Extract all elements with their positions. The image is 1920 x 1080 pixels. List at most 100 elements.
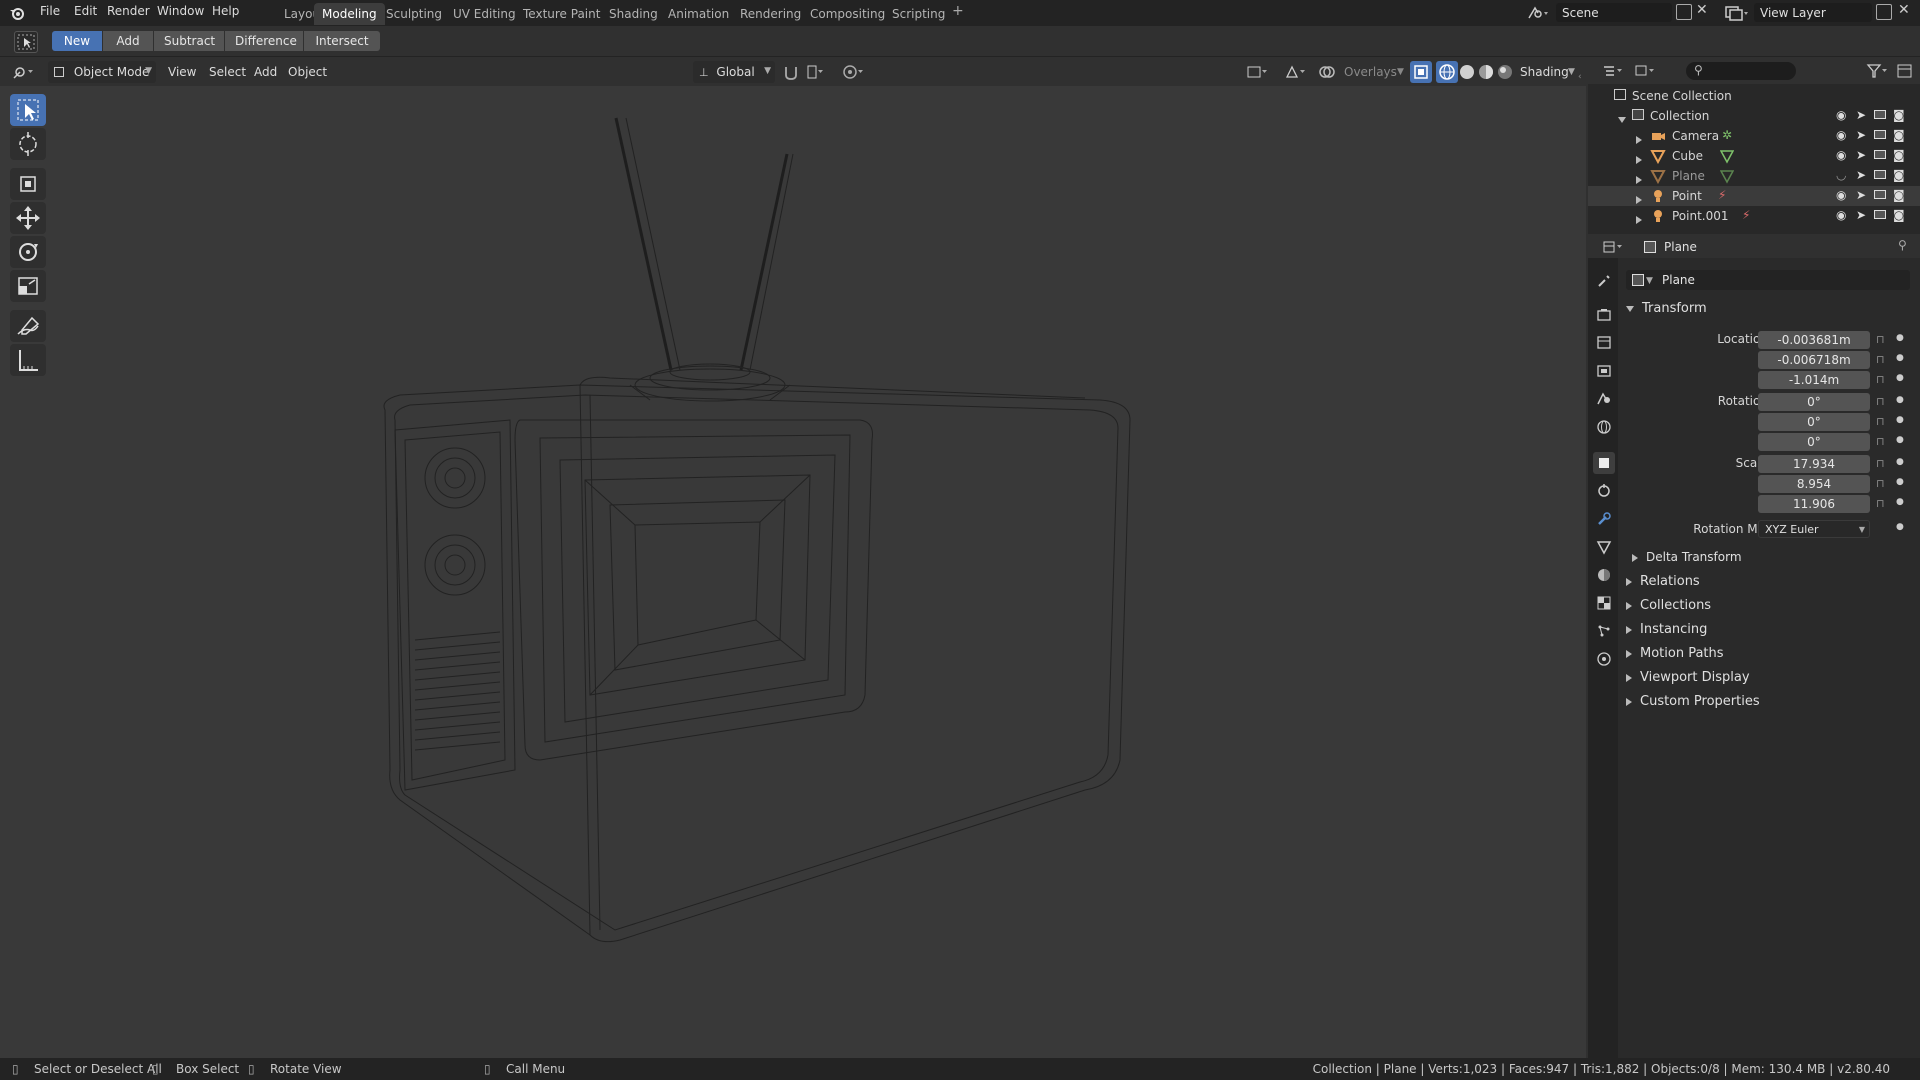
keyframe-dot-icon[interactable]: ● [1896, 395, 1904, 405]
active-tool-icon[interactable] [14, 31, 38, 53]
viewport-display-icon[interactable] [1874, 190, 1886, 199]
render-camera-icon[interactable]: ◙ [1893, 128, 1905, 142]
render-camera-icon[interactable]: ◙ [1893, 148, 1905, 162]
new-selection-button[interactable]: New [52, 31, 102, 51]
display-mode-icon[interactable] [1632, 60, 1654, 82]
keyframe-dot-icon[interactable]: ● [1896, 415, 1904, 425]
subtract-selection-button[interactable]: Subtract [154, 31, 224, 51]
scale-x-field[interactable]: 17.934 [1758, 455, 1870, 473]
tab-rendering[interactable]: Rendering [732, 3, 809, 25]
difference-selection-button[interactable]: Difference [225, 31, 303, 51]
object-name-field[interactable]: ▼ Plane [1626, 270, 1910, 290]
lock-icon[interactable]: ⊓ [1876, 497, 1885, 510]
selectable-arrow-icon[interactable]: ➤ [1856, 128, 1866, 142]
xray-toggle-icon[interactable] [1410, 61, 1432, 83]
outliner-item-point-001[interactable]: Point.001 ⚡ ◉ ➤ ◙ [1588, 206, 1920, 226]
object-tab-icon[interactable] [1593, 452, 1615, 474]
tool-tab-icon[interactable] [1593, 270, 1615, 292]
proportional-editing-icon[interactable] [840, 61, 863, 83]
rendered-shading-icon[interactable] [1494, 61, 1516, 83]
render-camera-icon[interactable]: ◙ [1893, 168, 1905, 182]
move-icon[interactable] [10, 202, 46, 234]
rotation-z-field[interactable]: 0° [1758, 433, 1870, 451]
outliner-item-point[interactable]: Point ⚡ ◉ ➤ ◙ [1588, 186, 1920, 206]
menu-window[interactable]: Window [157, 4, 204, 18]
delete-scene-icon[interactable]: ✕ [1696, 2, 1708, 18]
new-scene-icon[interactable] [1676, 4, 1692, 20]
tab-modeling[interactable]: Modeling [314, 3, 385, 25]
lock-icon[interactable]: ⊓ [1876, 457, 1885, 470]
3d-viewport[interactable] [0, 86, 1586, 1058]
viewport-display-icon[interactable] [1874, 130, 1886, 139]
orientation-dropdown[interactable]: ⊥ Global ▼ [693, 61, 775, 83]
keyframe-dot-icon[interactable]: ● [1896, 373, 1904, 383]
intersect-selection-button[interactable]: Intersect [304, 31, 380, 51]
view-layer-tab-icon[interactable] [1593, 360, 1615, 382]
scale-z-field[interactable]: 11.906 [1758, 495, 1870, 513]
tab-animation[interactable]: Animation [660, 3, 737, 25]
visibility-eye-icon[interactable]: ◉ [1836, 128, 1846, 142]
location-x-field[interactable]: -0.003681m [1758, 331, 1870, 349]
snap-target-icon[interactable] [804, 61, 826, 83]
keyframe-dot-icon[interactable]: ● [1896, 353, 1904, 363]
menu-object[interactable]: Object [288, 65, 327, 79]
gizmo-icon[interactable] [1282, 61, 1305, 83]
lock-icon[interactable]: ⊓ [1876, 333, 1885, 346]
selectable-arrow-icon[interactable]: ➤ [1856, 188, 1866, 202]
snap-icon[interactable] [780, 61, 802, 83]
particles-tab-icon[interactable] [1593, 620, 1615, 642]
hidden-eye-icon[interactable]: ◡ [1836, 168, 1846, 182]
custom-properties-panel-header[interactable]: Custom Properties [1626, 694, 1760, 709]
scene-tab-icon[interactable] [1593, 388, 1615, 410]
shading-dropdown[interactable]: Shading [1520, 65, 1569, 79]
view-layer-icon[interactable] [1724, 4, 1750, 22]
output-tab-icon[interactable] [1593, 332, 1615, 354]
tab-shading[interactable]: Shading [601, 3, 666, 25]
instancing-panel-header[interactable]: Instancing [1626, 622, 1707, 637]
chevron-right-icon[interactable] [1636, 155, 1642, 164]
overlays-icon[interactable] [1316, 61, 1338, 83]
add-workspace-button[interactable]: + [952, 3, 964, 19]
menu-file[interactable]: File [40, 4, 60, 18]
chevron-right-icon[interactable] [1636, 195, 1642, 204]
outliner-search-input[interactable]: ⚲ [1686, 62, 1796, 80]
outliner-editor-type-icon[interactable] [1600, 60, 1622, 82]
material-tab-icon[interactable] [1593, 564, 1615, 586]
menu-add[interactable]: Add [254, 65, 277, 79]
tab-scripting[interactable]: Scripting [884, 3, 953, 25]
tab-texture-paint[interactable]: Texture Paint [515, 3, 608, 25]
transform-panel-header[interactable]: Transform [1626, 301, 1707, 316]
collections-panel-header[interactable]: Collections [1626, 598, 1711, 613]
keyframe-dot-icon[interactable]: ● [1896, 522, 1904, 532]
tab-sculpting[interactable]: Sculpting [378, 3, 450, 25]
overlays-dropdown[interactable]: Overlays [1344, 65, 1397, 79]
selectable-arrow-icon[interactable]: ➤ [1856, 208, 1866, 222]
new-view-layer-icon[interactable] [1876, 4, 1892, 20]
scale-icon[interactable] [10, 270, 46, 302]
menu-render[interactable]: Render [107, 4, 150, 18]
scene-field[interactable]: Scene [1556, 3, 1672, 22]
outliner-item-plane[interactable]: Plane ◡ ➤ ◙ [1588, 166, 1920, 186]
filter-icon[interactable] [1864, 60, 1887, 82]
keyframe-dot-icon[interactable]: ● [1896, 477, 1904, 487]
outliner-scene-collection[interactable]: Scene Collection [1588, 86, 1920, 106]
viewport-display-panel-header[interactable]: Viewport Display [1626, 670, 1750, 685]
visibility-eye-icon[interactable]: ◉ [1836, 188, 1846, 202]
keyframe-dot-icon[interactable]: ● [1896, 497, 1904, 507]
sidebar-toggle-icon[interactable]: ‹ [1578, 72, 1582, 82]
visibility-eye-icon[interactable]: ◉ [1836, 208, 1846, 222]
select-box-icon[interactable] [10, 94, 46, 126]
physics-tab-icon[interactable] [1593, 648, 1615, 670]
outliner-item-camera[interactable]: Camera ✲ ◉ ➤ ◙ [1588, 126, 1920, 146]
rotate-icon[interactable] [10, 236, 46, 268]
lock-icon[interactable]: ⊓ [1876, 353, 1885, 366]
relations-panel-header[interactable]: Relations [1626, 574, 1700, 589]
view-object-types-icon[interactable] [1244, 61, 1267, 83]
lock-icon[interactable]: ⊓ [1876, 435, 1885, 448]
render-camera-icon[interactable]: ◙ [1893, 108, 1905, 122]
selectable-arrow-icon[interactable]: ➤ [1856, 148, 1866, 162]
location-z-field[interactable]: -1.014m [1758, 371, 1870, 389]
menu-edit[interactable]: Edit [74, 4, 97, 18]
annotate-icon[interactable] [10, 310, 46, 342]
keyframe-dot-icon[interactable]: ● [1896, 435, 1904, 445]
